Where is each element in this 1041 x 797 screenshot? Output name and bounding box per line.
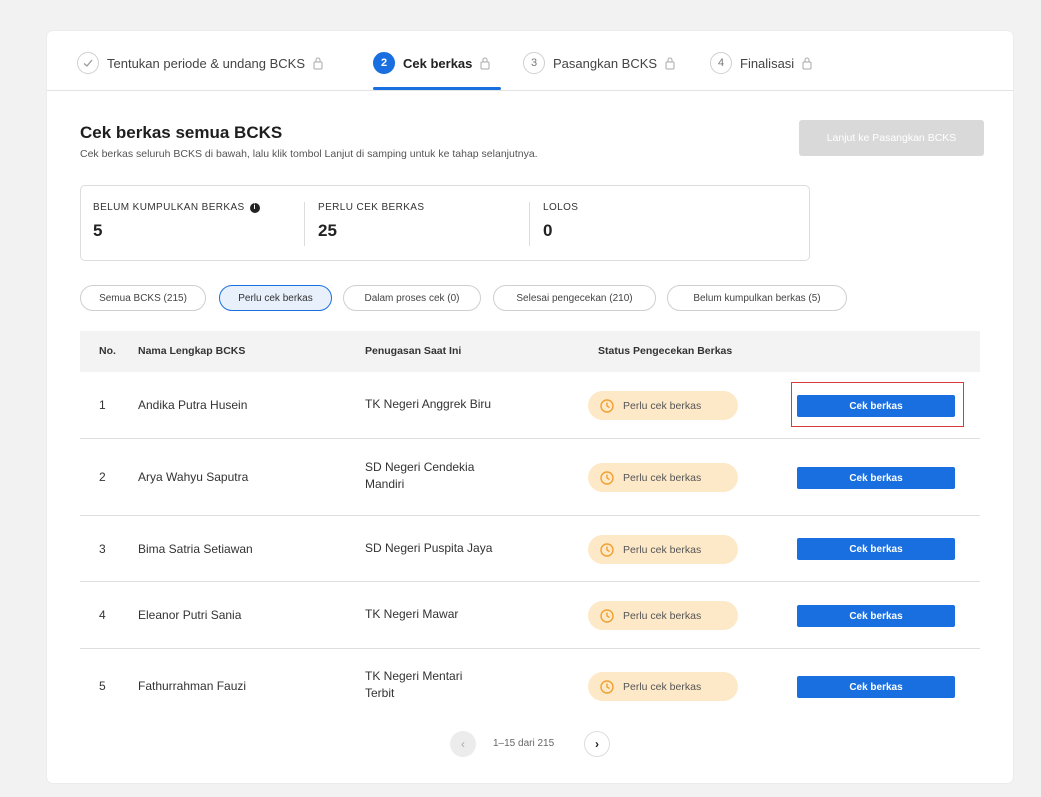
cek-berkas-button[interactable]: Cek berkas — [797, 467, 955, 489]
status-text: Perlu cek berkas — [623, 471, 702, 484]
active-step-indicator — [373, 87, 501, 90]
row-school: SD Negeri Cendekia Mandiri — [365, 460, 475, 491]
divider — [304, 202, 305, 246]
row-school: TK Negeri Mentari Terbit — [365, 669, 463, 700]
table-row: 4 Eleanor Putri Sania TK Negeri Mawar Pe… — [80, 582, 980, 649]
chevron-left-icon[interactable]: ‹ — [450, 731, 476, 757]
filter-perlu-cek[interactable]: Perlu cek berkas — [219, 285, 332, 311]
row-name: Andika Putra Husein — [138, 398, 248, 412]
cek-berkas-button[interactable]: Cek berkas — [797, 538, 955, 560]
step-4-label: Finalisasi — [740, 55, 795, 71]
filter-belum-kumpulkan[interactable]: Belum kumpulkan berkas (5) — [667, 285, 847, 311]
table-header: No. Nama Lengkap BCKS Penugasan Saat Ini… — [80, 331, 980, 372]
page-subtitle: Cek berkas seluruh BCKS di bawah, lalu k… — [80, 148, 538, 160]
highlight-box — [791, 382, 964, 427]
lock-icon — [665, 57, 675, 70]
status-text: Perlu cek berkas — [623, 680, 702, 693]
status-text: Perlu cek berkas — [623, 543, 702, 556]
stat-value: 25 — [318, 221, 337, 240]
divider — [529, 202, 530, 246]
row-name: Bima Satria Setiawan — [138, 542, 253, 556]
status-badge: Perlu cek berkas — [588, 391, 738, 420]
clock-icon — [600, 608, 614, 623]
col-status: Status Pengecekan Berkas — [598, 345, 733, 357]
step-2-label: Cek berkas — [403, 55, 473, 71]
chevron-right-icon[interactable]: › — [584, 731, 610, 757]
col-no: No. — [99, 345, 116, 357]
step-4[interactable]: 4 Finalisasi — [710, 51, 813, 75]
stat-lolos: LOLOS 0 — [543, 202, 578, 241]
status-badge: Perlu cek berkas — [588, 601, 738, 630]
stat-label: PERLU CEK BERKAS — [318, 202, 425, 213]
filter-selesai[interactable]: Selesai pengecekan (210) — [493, 285, 656, 311]
cek-berkas-button[interactable]: Cek berkas — [797, 676, 955, 698]
clock-icon — [600, 542, 614, 557]
row-school: SD Negeri Puspita Jaya — [365, 541, 493, 555]
status-badge: Perlu cek berkas — [588, 463, 738, 492]
step-2-number: 2 — [373, 52, 395, 74]
page-title: Cek berkas semua BCKS — [80, 123, 283, 142]
pagination-text: 1–15 dari 215 — [493, 738, 555, 749]
row-no: 4 — [99, 608, 106, 622]
lock-icon — [480, 57, 490, 70]
stat-value: 5 — [93, 221, 103, 240]
clock-icon — [600, 398, 614, 413]
stats-box: BELUM KUMPULKAN BERKAS i 5 PERLU CEK BERK… — [80, 185, 810, 261]
stat-belum-kumpulkan: BELUM KUMPULKAN BERKAS i 5 — [93, 202, 260, 241]
row-name: Arya Wahyu Saputra — [138, 470, 249, 484]
stat-label: BELUM KUMPULKAN BERKAS — [93, 202, 245, 213]
row-name: Fathurrahman Fauzi — [138, 679, 247, 693]
status-badge: Perlu cek berkas — [588, 535, 738, 564]
table-row: 3 Bima Satria Setiawan SD Negeri Puspita… — [80, 516, 980, 582]
check-icon — [77, 52, 99, 74]
table-row: 5 Fathurrahman Fauzi TK Negeri Mentari T… — [80, 649, 980, 724]
cek-berkas-button[interactable]: Cek berkas — [797, 605, 955, 627]
lock-icon — [313, 57, 323, 70]
col-school: Penugasan Saat Ini — [365, 345, 462, 357]
row-name: Eleanor Putri Sania — [138, 608, 242, 622]
step-1[interactable]: Tentukan periode & undang BCKS — [77, 51, 324, 75]
status-text: Perlu cek berkas — [623, 609, 702, 622]
row-no: 2 — [99, 470, 106, 484]
step-3-label: Pasangkan BCKS — [553, 55, 658, 71]
step-3[interactable]: 3 Pasangkan BCKS — [523, 51, 676, 75]
row-no: 1 — [99, 398, 106, 412]
col-name: Nama Lengkap BCKS — [138, 345, 246, 357]
step-4-number: 4 — [710, 52, 732, 74]
lock-icon — [802, 57, 812, 70]
step-1-label: Tentukan periode & undang BCKS — [107, 55, 306, 71]
table-row: 2 Arya Wahyu Saputra SD Negeri Cendekia … — [80, 439, 980, 516]
main-card: Tentukan periode & undang BCKS 2 Cek ber… — [47, 31, 1013, 783]
stat-value: 0 — [543, 221, 553, 240]
step-2[interactable]: 2 Cek berkas — [373, 51, 491, 75]
filter-semua[interactable]: Semua BCKS (215) — [80, 285, 206, 311]
stat-perlu-cek: PERLU CEK BERKAS 25 — [318, 202, 424, 241]
row-school: TK Negeri Anggrek Biru — [365, 397, 492, 411]
clock-icon — [600, 679, 614, 694]
info-icon[interactable]: i — [249, 202, 260, 213]
filter-dalam-proses[interactable]: Dalam proses cek (0) — [343, 285, 481, 311]
step-3-number: 3 — [523, 52, 545, 74]
stat-label: LOLOS — [543, 202, 579, 213]
row-school: TK Negeri Mawar — [365, 607, 459, 621]
stepper: Tentukan periode & undang BCKS 2 Cek ber… — [47, 31, 1013, 91]
status-text: Perlu cek berkas — [623, 399, 702, 412]
row-no: 5 — [99, 679, 106, 693]
next-step-button[interactable]: Lanjut ke Pasangkan BCKS — [799, 120, 984, 156]
pagination: ‹ 1–15 dari 215 › — [47, 731, 1013, 759]
row-no: 3 — [99, 542, 106, 556]
clock-icon — [600, 470, 614, 485]
status-badge: Perlu cek berkas — [588, 672, 738, 701]
